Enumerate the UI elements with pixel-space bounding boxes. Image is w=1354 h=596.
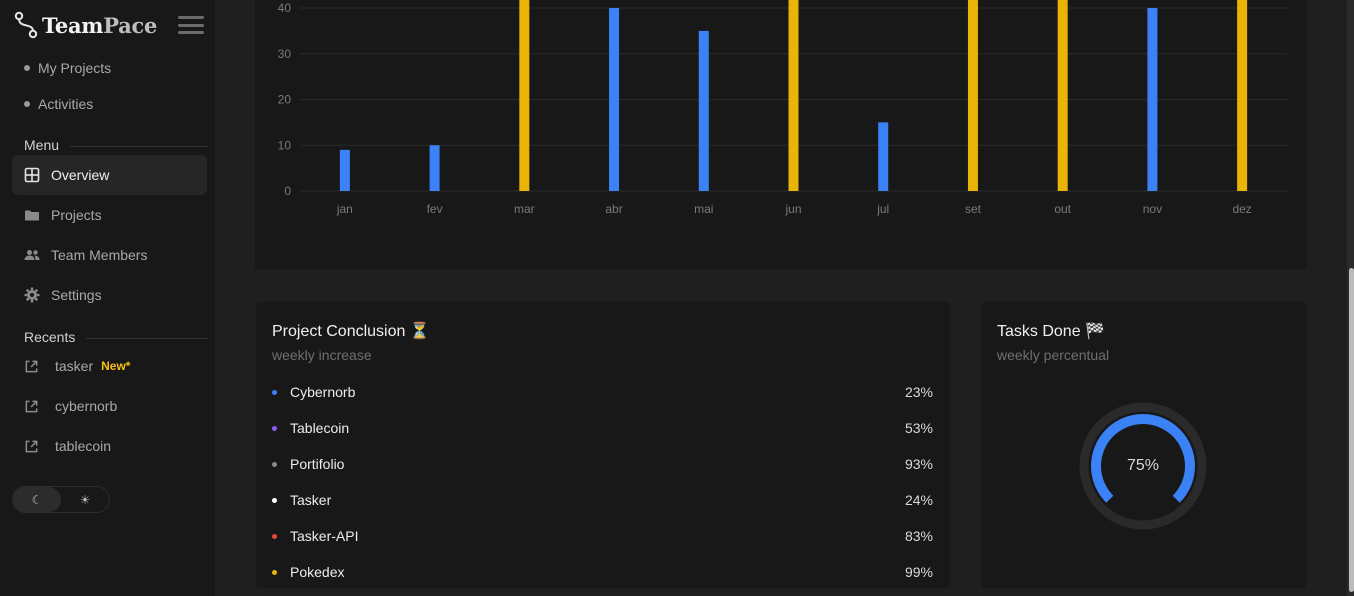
sidebar-item-team-members[interactable]: Team Members xyxy=(12,235,207,275)
bar xyxy=(429,145,440,191)
card-subtitle: weekly increase xyxy=(272,347,372,363)
x-tick-label: dez xyxy=(1232,202,1251,216)
x-tick-label: mar xyxy=(514,202,535,216)
x-tick-label: set xyxy=(965,202,982,216)
bar xyxy=(1147,8,1158,191)
x-tick-label: out xyxy=(1054,202,1071,216)
card-subtitle: weekly percentual xyxy=(997,347,1110,363)
project-name: Pokedex xyxy=(290,564,345,580)
users-icon xyxy=(24,250,40,260)
bar xyxy=(698,30,709,191)
project-name: Portifolio xyxy=(290,456,345,472)
project-percent: 53% xyxy=(904,420,933,436)
card-title: Tasks Done 🏁 xyxy=(997,323,1105,340)
bar xyxy=(1057,0,1068,191)
project-percent: 83% xyxy=(904,528,933,544)
divider xyxy=(86,338,208,339)
project-percent: 99% xyxy=(904,564,933,580)
project-percent: 23% xyxy=(904,384,933,400)
project-row: Cybernorb 23% xyxy=(272,382,933,402)
external-link-icon xyxy=(25,400,38,412)
app-name: TeamPace xyxy=(42,12,158,38)
external-link-icon xyxy=(25,360,38,372)
y-tick-label: 30 xyxy=(278,47,292,61)
status-dot-icon xyxy=(272,461,277,467)
sidebar-item-my-projects[interactable]: My Projects xyxy=(24,60,111,76)
grid-icon xyxy=(24,167,40,183)
y-tick-label: 20 xyxy=(278,93,292,107)
status-dot-icon xyxy=(272,497,277,503)
moon-icon[interactable]: ☾ xyxy=(13,487,61,512)
x-tick-label: jun xyxy=(784,202,801,216)
status-dot-icon xyxy=(272,389,277,395)
project-name: Tablecoin xyxy=(290,420,350,436)
bullet-icon xyxy=(24,65,30,71)
folder-icon xyxy=(25,210,39,221)
bar xyxy=(878,122,889,191)
tasks-done-card: Tasks Done 🏁 weekly percentual 75% xyxy=(981,302,1306,588)
menu-section-title: Menu xyxy=(24,137,60,153)
bar xyxy=(788,0,799,191)
project-name: Cybernorb xyxy=(290,384,356,400)
divider xyxy=(70,146,208,147)
sun-icon[interactable]: ☀ xyxy=(61,487,109,512)
project-percent: 93% xyxy=(904,456,933,472)
gear-icon xyxy=(24,287,40,303)
project-name: Tasker-API xyxy=(290,528,359,544)
x-tick-label: nov xyxy=(1143,202,1162,216)
project-row: Tablecoin 53% xyxy=(272,418,933,438)
scrollbar-thumb[interactable] xyxy=(1349,268,1354,592)
project-row: Portifolio 93% xyxy=(272,454,933,474)
project-name: Tasker xyxy=(290,492,332,508)
recents-section-title: Recents xyxy=(24,329,76,345)
bar xyxy=(519,0,530,191)
y-tick-label: 0 xyxy=(284,184,291,198)
app-logo[interactable]: TeamPace xyxy=(14,10,157,40)
recent-item-tasker[interactable]: tasker New* xyxy=(24,358,130,374)
sidebar-item-settings[interactable]: Settings xyxy=(12,275,207,315)
logo-icon xyxy=(14,11,38,39)
new-badge: New* xyxy=(101,359,131,373)
bar xyxy=(967,0,978,191)
sidebar-item-projects[interactable]: Projects xyxy=(12,195,207,235)
external-link-icon xyxy=(25,440,38,452)
x-tick-label: jan xyxy=(336,202,353,216)
bar-chart-svg: 0 10 20 30 40 jan fev mar abr mai jun jul set out nov d… xyxy=(278,0,1287,216)
bullet-icon xyxy=(24,101,30,107)
gauge-value-label: 75% xyxy=(1126,457,1160,474)
x-tick-label: mai xyxy=(694,202,713,216)
project-percent: 24% xyxy=(904,492,933,508)
sidebar-item-overview[interactable]: Overview xyxy=(12,155,207,195)
x-tick-label: jul xyxy=(876,202,889,216)
bar xyxy=(1237,0,1248,191)
bar xyxy=(339,149,350,191)
recent-item-cybernorb[interactable]: cybernorb xyxy=(24,398,117,414)
theme-toggle[interactable]: ☾ ☀ xyxy=(12,486,110,513)
project-row: Pokedex 99% xyxy=(272,562,933,582)
x-tick-label: abr xyxy=(605,202,622,216)
sidebar-item-activities[interactable]: Activities xyxy=(24,96,93,112)
recent-item-tablecoin[interactable]: tablecoin xyxy=(24,438,111,454)
project-row: Tasker 24% xyxy=(272,490,933,510)
x-tick-label: fev xyxy=(427,202,443,216)
y-tick-label: 40 xyxy=(278,1,292,15)
status-dot-icon xyxy=(272,533,277,539)
status-dot-icon xyxy=(272,569,277,575)
menu-toggle-icon[interactable] xyxy=(178,16,204,34)
status-dot-icon xyxy=(272,425,277,431)
sidebar: TeamPace My Projects Activities Menu Ove… xyxy=(0,0,215,596)
bar xyxy=(609,8,620,191)
monthly-bar-chart: 0 10 20 30 40 jan fev mar abr mai jun jul set out nov d… xyxy=(255,0,1307,269)
card-title: Project Conclusion ⏳ xyxy=(272,323,430,340)
y-tick-label: 10 xyxy=(278,138,292,152)
project-row: Tasker-API 83% xyxy=(272,526,933,546)
project-conclusion-card: Project Conclusion ⏳ weekly increase Cyb… xyxy=(256,302,950,588)
